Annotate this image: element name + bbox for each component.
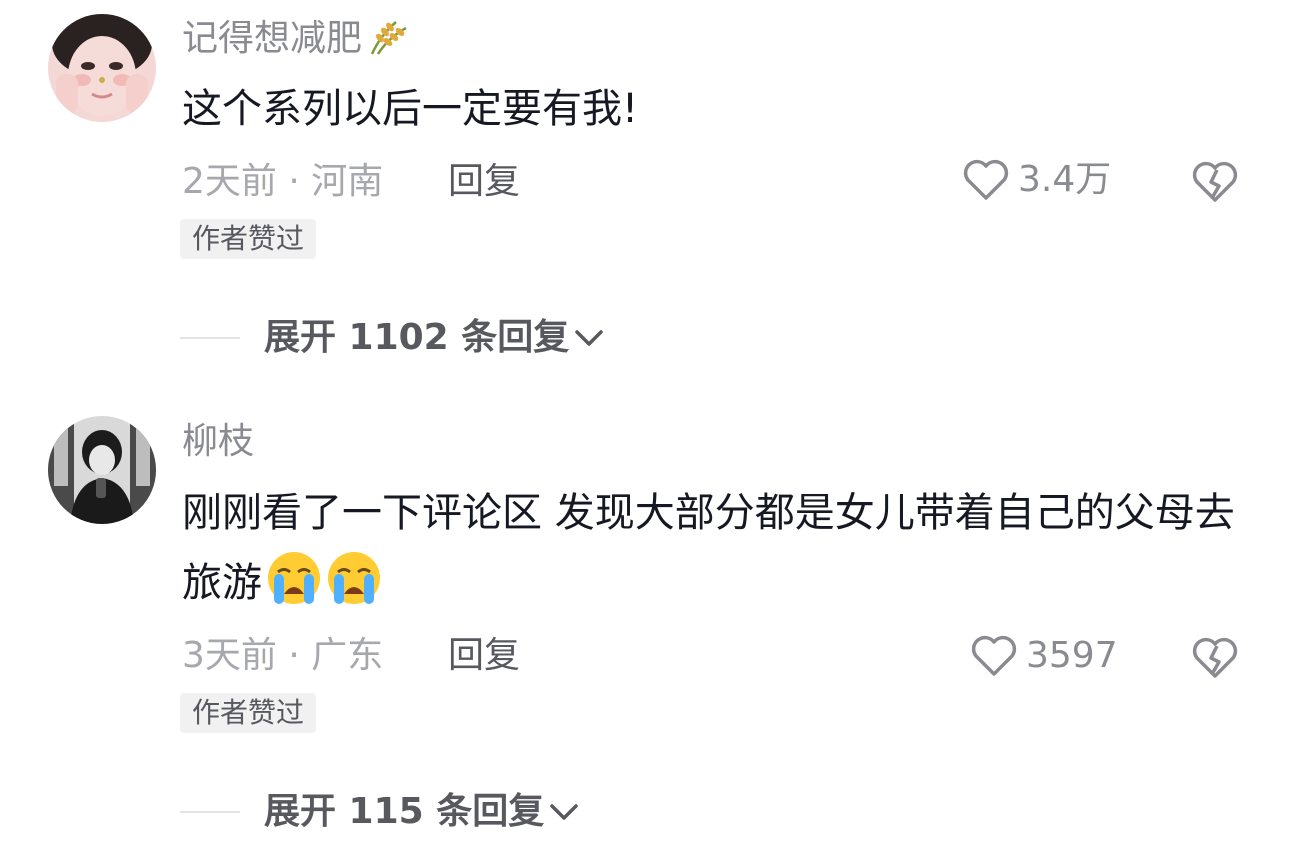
- comment-meta: 3天前 · 广东: [182, 635, 384, 676]
- reply-button[interactable]: 回复: [448, 160, 520, 204]
- avatar[interactable]: [48, 14, 156, 122]
- author-liked-badge: 作者赞过: [180, 693, 317, 733]
- dislike-button[interactable]: [1190, 634, 1240, 680]
- avatar[interactable]: [48, 416, 156, 524]
- expand-replies-label[interactable]: 展开 115 条回复: [264, 790, 544, 834]
- like-count: 3.4万: [1018, 159, 1112, 200]
- author-liked-badge: 作者赞过: [180, 219, 317, 259]
- chevron-down-icon: [575, 330, 604, 346]
- loudly-crying-face-emoji: [328, 552, 380, 604]
- expand-replies-label[interactable]: 展开 1102 条回复: [264, 316, 569, 360]
- username[interactable]: 记得想减肥: [182, 16, 412, 67]
- broken-heart-icon: [1192, 637, 1238, 678]
- like-button[interactable]: 3597: [970, 634, 1118, 678]
- comment-item: 柳枝 刚刚看了一下评论区 发现大部分都是女儿带着自己的父母去旅游 3天前 · 广…: [0, 400, 1290, 866]
- username[interactable]: 柳枝: [182, 420, 254, 464]
- heart-icon: [971, 635, 1017, 676]
- like-count: 3597: [1026, 635, 1118, 676]
- dislike-button[interactable]: [1190, 158, 1240, 204]
- comment-item: 记得想减肥 这个系列以后一定要有我! 2天前 · 河南 回复 3.4万 作者赞过…: [0, 0, 1290, 400]
- expand-replies[interactable]: 展开 115 条回复: [180, 790, 580, 834]
- chevron-down-icon: [550, 804, 578, 820]
- comment-text: 刚刚看了一下评论区 发现大部分都是女儿带着自己的父母去旅游: [182, 478, 1262, 618]
- comment-text: 这个系列以后一定要有我!: [182, 86, 639, 132]
- comment-meta: 2天前 · 河南: [182, 161, 384, 202]
- heart-icon: [963, 159, 1009, 200]
- username-text: 记得想减肥: [182, 18, 363, 59]
- like-button[interactable]: 3.4万: [962, 158, 1111, 202]
- reply-button[interactable]: 回复: [448, 634, 520, 678]
- divider: [180, 337, 240, 339]
- broken-heart-icon: [1192, 161, 1238, 202]
- divider: [180, 811, 240, 813]
- loudly-crying-face-emoji: [268, 552, 320, 604]
- rice-ear-icon: [366, 16, 412, 67]
- expand-replies[interactable]: 展开 1102 条回复: [180, 316, 605, 360]
